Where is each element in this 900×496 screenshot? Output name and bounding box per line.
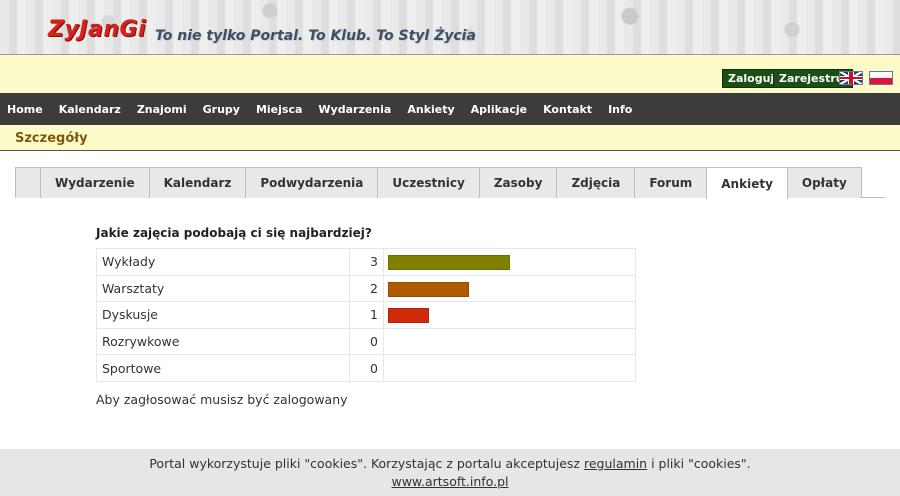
- main-navigation: Home Kalendarz Znajomi Grupy Miejsca Wyd…: [0, 93, 900, 125]
- nav-item-aplikacje[interactable]: Aplikacje: [471, 103, 527, 116]
- poll-row: Rozrywkowe 0: [96, 327, 636, 356]
- poll-vote-count: 3: [349, 248, 384, 276]
- poll-option-label: Warsztaty: [96, 274, 350, 303]
- tab-blank[interactable]: [15, 167, 41, 198]
- poll-results-table: Wykłady 3 Warsztaty 2 Dyskusje 1 Rozrywk…: [96, 248, 636, 382]
- header-banner: ZyJanGi To nie tylko Portal. To Klub. To…: [0, 0, 900, 55]
- tab-wydarzenie[interactable]: Wydarzenie: [40, 167, 150, 198]
- poll-row: Warsztaty 2: [96, 274, 636, 303]
- nav-item-znajomi[interactable]: Znajomi: [137, 103, 187, 116]
- poll-option-label: Dyskusje: [96, 301, 350, 329]
- poll-bar: [388, 281, 469, 297]
- poll-option-label: Wykłady: [96, 248, 350, 276]
- section-header: Szczegóły: [0, 125, 900, 151]
- poll-vote-count: 2: [349, 274, 384, 303]
- poll-row: Dyskusje 1: [96, 301, 636, 329]
- nav-item-wydarzenia[interactable]: Wydarzenia: [318, 103, 391, 116]
- poll-option-label: Rozrywkowe: [96, 327, 350, 356]
- poll-option-label: Sportowe: [96, 354, 350, 382]
- cookie-text-before: Portal wykorzystuje pliki "cookies". Kor…: [149, 456, 580, 471]
- tab-oplaty[interactable]: Opłaty: [786, 167, 862, 198]
- tab-uczestnicy[interactable]: Uczestnicy: [377, 167, 480, 198]
- nav-item-kalendarz[interactable]: Kalendarz: [59, 103, 121, 116]
- cookie-text-after: i pliki "cookies".: [651, 456, 751, 471]
- nav-item-grupy[interactable]: Grupy: [203, 103, 240, 116]
- english-flag-icon[interactable]: [839, 71, 863, 85]
- regulamin-link[interactable]: regulamin: [584, 456, 647, 471]
- site-slogan: To nie tylko Portal. To Klub. To Styl Ży…: [155, 28, 476, 44]
- tab-ankiety[interactable]: Ankiety: [706, 167, 788, 199]
- tab-kalendarz[interactable]: Kalendarz: [148, 167, 247, 198]
- nav-item-home[interactable]: Home: [7, 103, 43, 116]
- poll-vote-count: 1: [349, 301, 384, 329]
- vote-login-note: Aby zagłosować musisz być zalogowany: [96, 392, 348, 407]
- poll-row: Sportowe 0: [96, 354, 636, 382]
- poll-question: Jakie zajęcia podobają ci się najbardzie…: [96, 226, 372, 240]
- artsoft-site-link[interactable]: www.artsoft.info.pl: [0, 474, 900, 489]
- poll-vote-count: 0: [349, 327, 384, 356]
- poll-bar: [388, 308, 429, 324]
- tab-podwydarzenia[interactable]: Podwydarzenia: [245, 167, 379, 198]
- polish-flag-icon[interactable]: [869, 71, 893, 85]
- section-title: Szczegóły: [15, 131, 88, 146]
- nav-item-kontakt[interactable]: Kontakt: [543, 103, 592, 116]
- poll-row: Wykłady 3: [96, 248, 636, 276]
- tab-zasoby[interactable]: Zasoby: [478, 167, 558, 198]
- cookie-notice: Portal wykorzystuje pliki "cookies". Kor…: [0, 456, 900, 471]
- nav-item-info[interactable]: Info: [608, 103, 632, 116]
- tab-zdjecia[interactable]: Zdjęcia: [556, 167, 636, 198]
- login-strip: Zaloguj Zarejestruj: [0, 55, 900, 93]
- nav-item-ankiety[interactable]: Ankiety: [407, 103, 454, 116]
- login-button[interactable]: Zaloguj: [722, 69, 781, 88]
- nav-item-miejsca[interactable]: Miejsca: [256, 103, 302, 116]
- cookie-footer: Portal wykorzystuje pliki "cookies". Kor…: [0, 449, 900, 496]
- poll-vote-count: 0: [349, 354, 384, 382]
- tab-forum[interactable]: Forum: [634, 167, 708, 198]
- poll-bar: [388, 255, 510, 270]
- site-logo[interactable]: ZyJanGi: [48, 17, 146, 42]
- event-tabs: Wydarzenie Kalendarz Podwydarzenia Uczes…: [15, 167, 885, 199]
